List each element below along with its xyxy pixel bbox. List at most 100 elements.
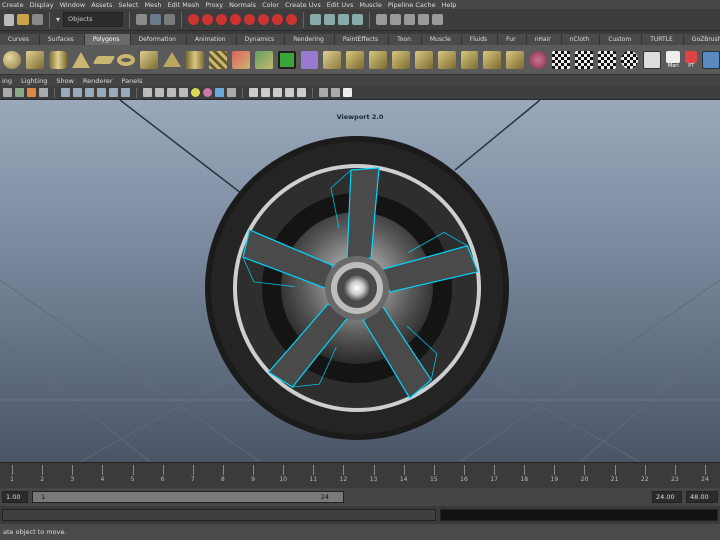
ipr-render-icon[interactable] xyxy=(418,14,430,25)
flat-shade-icon[interactable] xyxy=(167,88,176,97)
merge-vertices-icon[interactable] xyxy=(483,50,502,69)
use-lights-icon[interactable] xyxy=(191,88,200,97)
tab-curves[interactable]: Curves xyxy=(0,34,40,45)
select-handle-icon[interactable] xyxy=(188,14,200,25)
tab-animation[interactable]: Animation xyxy=(187,34,237,45)
uv-cylindrical-icon[interactable] xyxy=(597,50,616,69)
boolean-icon[interactable] xyxy=(277,50,296,69)
motion-blur-icon[interactable] xyxy=(273,88,282,97)
render-frame-icon[interactable] xyxy=(404,14,416,25)
tab-dynamics[interactable]: Dynamics xyxy=(236,34,286,45)
tab-surfaces[interactable]: Surfaces xyxy=(39,34,85,45)
tab-painteffects[interactable]: PaintEffects xyxy=(334,34,390,45)
offset-edge-loop-icon[interactable] xyxy=(460,50,479,69)
film-gate-icon[interactable] xyxy=(73,88,82,97)
menu-normals[interactable]: Normals xyxy=(229,1,262,9)
menu-display[interactable]: Display xyxy=(30,1,60,9)
viewport-panel[interactable]: Viewport 2.0 xyxy=(0,100,720,462)
gate-mask-icon[interactable] xyxy=(97,88,106,97)
tab-rendering[interactable]: Rendering xyxy=(285,34,335,45)
camera-icon[interactable] xyxy=(3,88,12,97)
uv-checker-icon[interactable] xyxy=(552,50,570,69)
mel-command-input[interactable] xyxy=(2,509,436,521)
panel-menu-show[interactable]: Show xyxy=(56,77,74,85)
poly-helix-icon[interactable] xyxy=(209,50,227,69)
new-scene-icon[interactable] xyxy=(4,13,14,26)
menu-muscle[interactable]: Muscle xyxy=(359,1,388,9)
mari-shelf-button[interactable]: Mari xyxy=(666,50,681,69)
fill-hole-icon[interactable] xyxy=(391,50,410,69)
tab-custom[interactable]: Custom xyxy=(600,34,643,45)
wireframe-icon[interactable] xyxy=(143,88,152,97)
snap-point-icon[interactable] xyxy=(338,14,350,25)
depth-of-field-icon[interactable] xyxy=(297,88,306,97)
poly-cube-icon[interactable] xyxy=(25,50,44,69)
tab-turtle[interactable]: TURTLE xyxy=(642,34,684,45)
history-icon[interactable] xyxy=(376,14,388,25)
combine-icon[interactable] xyxy=(231,50,250,69)
ambient-occlusion-icon[interactable] xyxy=(261,88,270,97)
uv-editor-icon[interactable] xyxy=(643,50,662,69)
separate-icon[interactable] xyxy=(254,50,273,69)
image-plane-icon[interactable] xyxy=(39,88,48,97)
hierarchy-mode-icon[interactable] xyxy=(136,14,148,25)
append-polygon-icon[interactable] xyxy=(369,50,387,69)
component-mode-icon[interactable] xyxy=(164,14,176,25)
pt-shelf-button[interactable]: PT xyxy=(685,50,698,69)
bookmark-icon[interactable] xyxy=(27,88,36,97)
hypershade-icon[interactable] xyxy=(702,50,720,69)
texture-icon[interactable] xyxy=(215,88,224,97)
snap-view-icon[interactable] xyxy=(352,14,364,25)
poly-torus-icon[interactable] xyxy=(117,53,136,66)
anti-aliasing-icon[interactable] xyxy=(285,88,294,97)
tab-gozbrush[interactable]: GoZBrush xyxy=(683,34,720,45)
menu-window[interactable]: Window xyxy=(60,1,92,9)
panel-menu-renderer[interactable]: Renderer xyxy=(83,77,113,85)
menu-pipeline-cache[interactable]: Pipeline Cache xyxy=(388,1,442,9)
uv-spherical-icon[interactable] xyxy=(620,50,639,69)
panel-menu-panels[interactable]: Panels xyxy=(122,77,143,85)
field-chart-icon[interactable] xyxy=(109,88,118,97)
menu-edit-mesh[interactable]: Edit Mesh xyxy=(168,1,206,9)
render-settings-icon[interactable] xyxy=(432,14,444,25)
tab-fluids[interactable]: Fluids xyxy=(461,34,499,45)
panel-menu-shading[interactable]: ing xyxy=(2,77,12,85)
save-scene-icon[interactable] xyxy=(32,14,43,25)
select-joint-icon[interactable] xyxy=(202,14,214,25)
poly-pyramid-icon[interactable] xyxy=(163,52,182,67)
render-view-icon[interactable] xyxy=(390,14,402,25)
tab-muscle[interactable]: Muscle xyxy=(421,34,462,45)
bounding-box-icon[interactable] xyxy=(179,88,188,97)
snap-curve-icon[interactable] xyxy=(324,14,336,25)
tab-ncloth[interactable]: nCloth xyxy=(561,34,601,45)
selection-mask-field[interactable]: Objects xyxy=(63,12,124,27)
gamma-icon[interactable] xyxy=(331,88,340,97)
start-time-field[interactable]: 1.00 xyxy=(2,491,28,503)
poly-pipe-icon[interactable] xyxy=(186,50,205,69)
menu-create-uvs[interactable]: Create Uvs xyxy=(285,1,327,9)
select-misc-icon[interactable] xyxy=(286,14,298,25)
menu-edit-uvs[interactable]: Edit Uvs xyxy=(327,1,360,9)
x-ray-icon[interactable] xyxy=(227,88,236,97)
menu-help[interactable]: Help xyxy=(442,1,463,9)
tab-toon[interactable]: Toon xyxy=(389,34,422,45)
smooth-icon[interactable] xyxy=(300,50,319,69)
tab-polygons[interactable]: Polygons xyxy=(84,34,131,45)
color-management-icon[interactable] xyxy=(343,88,352,97)
tab-nhair[interactable]: nHair xyxy=(526,34,562,45)
insert-edge-loop-icon[interactable] xyxy=(437,50,456,69)
menu-color[interactable]: Color xyxy=(262,1,285,9)
extrude-icon[interactable] xyxy=(323,50,342,69)
select-surface-icon[interactable] xyxy=(230,14,242,25)
smooth-shade-icon[interactable] xyxy=(155,88,164,97)
poly-sphere-icon[interactable] xyxy=(3,50,21,69)
select-render-icon[interactable] xyxy=(272,14,284,25)
menu-proxy[interactable]: Proxy xyxy=(205,1,229,9)
bridge-icon[interactable] xyxy=(346,50,365,69)
exposure-icon[interactable] xyxy=(319,88,328,97)
poly-cone-icon[interactable] xyxy=(71,51,90,68)
selection-mode-menu-icon[interactable]: ▾ xyxy=(56,15,60,24)
range-slider[interactable]: 1 24 xyxy=(32,491,344,503)
grid-toggle-icon[interactable] xyxy=(61,88,70,97)
poly-cylinder-icon[interactable] xyxy=(48,50,67,69)
